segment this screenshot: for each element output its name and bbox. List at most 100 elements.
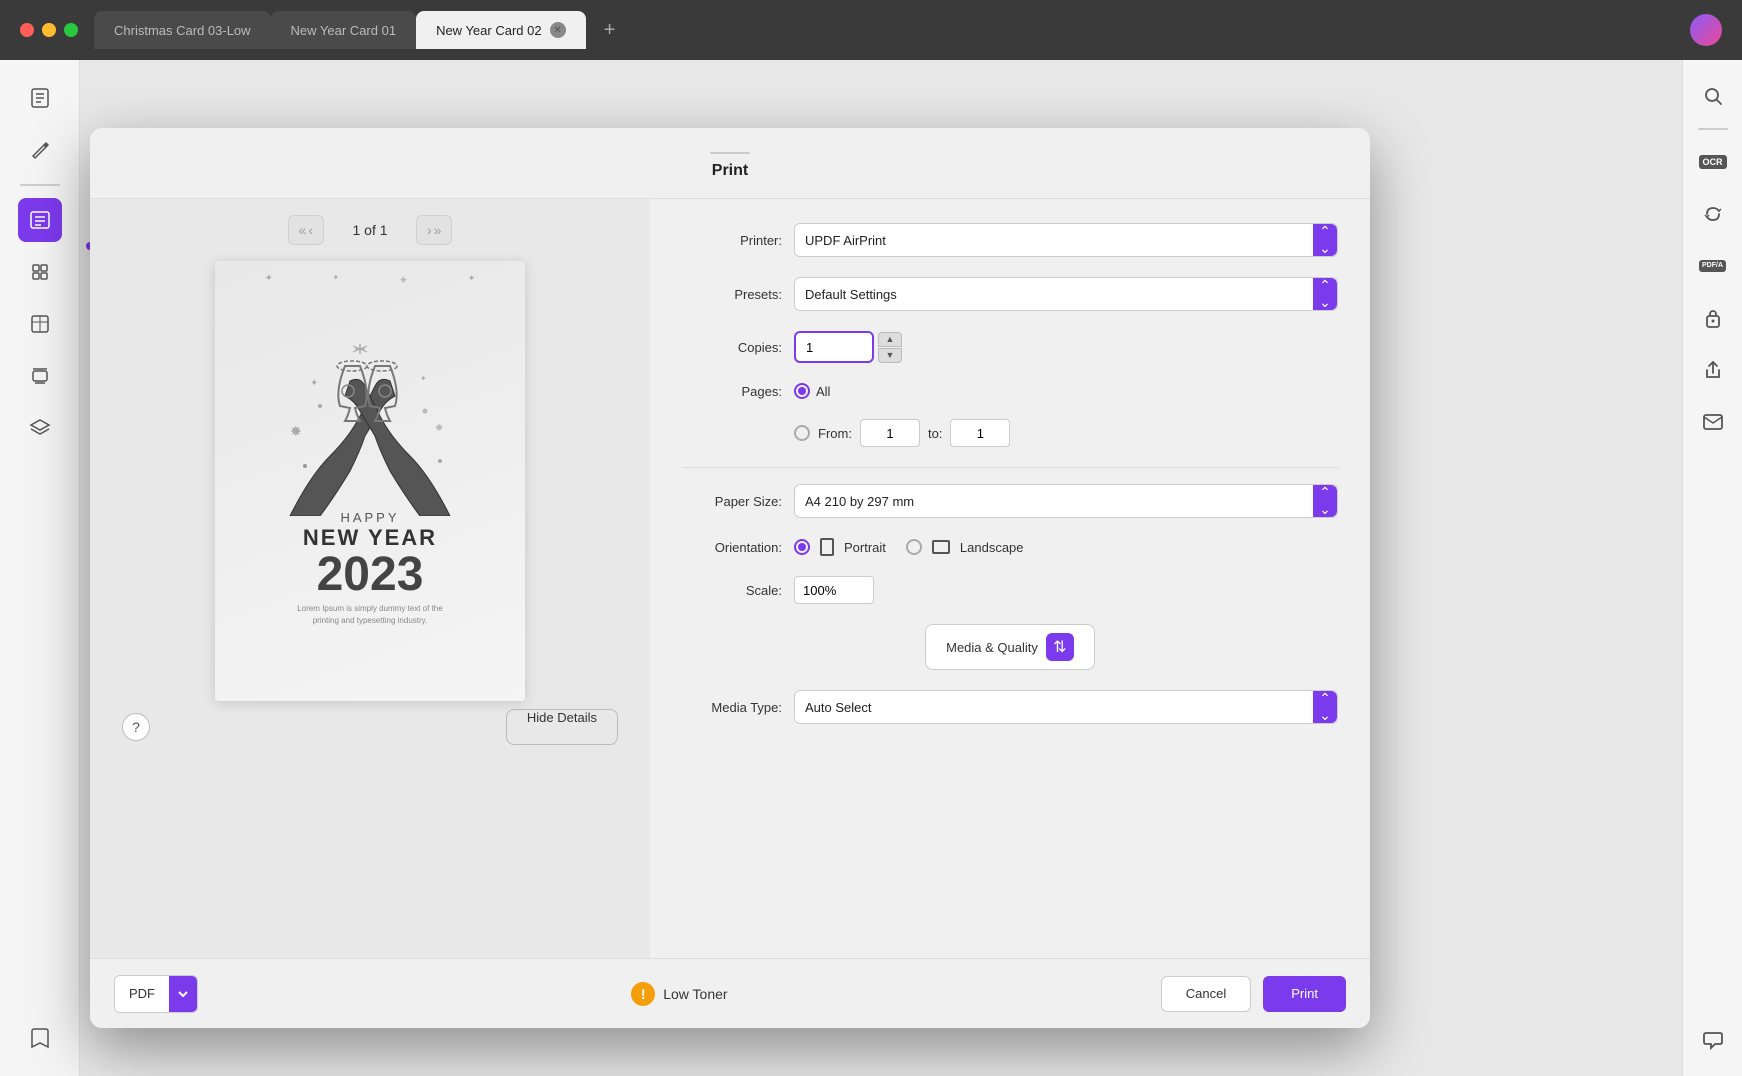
tab-close-button[interactable]: ✕	[550, 22, 566, 38]
new-tab-button[interactable]: +	[594, 14, 626, 46]
pages-range-row: From: to:	[682, 419, 1338, 447]
media-type-row: Media Type: Auto Select ⌃⌄	[682, 690, 1338, 724]
window: Christmas Card 03-Low New Year Card 01 N…	[0, 0, 1742, 1076]
last-page-button[interactable]: › »	[416, 215, 452, 245]
tab-christmas-card[interactable]: Christmas Card 03-Low	[94, 11, 271, 49]
cancel-button[interactable]: Cancel	[1161, 976, 1251, 1012]
dialog-title: Print	[712, 162, 748, 179]
sidebar-icon-stack[interactable]	[18, 354, 62, 398]
sidebar-icon-pen[interactable]	[18, 128, 62, 172]
pdfa-icon[interactable]: PDF/A	[1693, 246, 1733, 286]
copies-input[interactable]: 1	[794, 331, 874, 363]
pdf-dropdown-button[interactable]	[169, 976, 197, 1012]
first-page-button[interactable]: « ‹	[288, 215, 324, 245]
convert-icon[interactable]	[1693, 194, 1733, 234]
pages-radio-group: All	[794, 383, 830, 399]
media-type-select[interactable]: Auto Select ⌃⌄	[794, 690, 1338, 724]
printer-arrow-icon[interactable]: ⌃⌄	[1313, 224, 1337, 256]
tab-newyear-card-02[interactable]: New Year Card 02 ✕	[416, 11, 586, 49]
close-button[interactable]	[20, 23, 34, 37]
preview-area: « ‹ 1 of 1 › »	[90, 199, 650, 958]
hide-details-button[interactable]: Hide Details	[506, 709, 618, 745]
media-type-arrow-icon[interactable]: ⌃⌄	[1313, 691, 1337, 723]
presets-label: Presets:	[682, 287, 782, 302]
orientation-control: Portrait Landscape	[794, 538, 1338, 556]
mail-icon[interactable]	[1693, 402, 1733, 442]
dialog-footer: PDF ! Low Toner Cancel	[90, 958, 1370, 1028]
preview-text-block: HAPPY NEW YEAR 2023 Lorem Ipsum is simpl…	[290, 506, 450, 625]
printer-control: UPDF AirPrint ⌃⌄	[794, 223, 1338, 257]
papersize-control: A4 210 by 297 mm ⌃⌄	[794, 484, 1338, 518]
copies-stepper: 1 ▲ ▼	[794, 331, 902, 363]
portrait-icon	[820, 538, 834, 556]
sidebar-icon-book[interactable]	[18, 76, 62, 120]
chat-icon[interactable]	[1693, 1020, 1733, 1060]
pages-all-option[interactable]: All	[794, 383, 830, 399]
pages-all-radio[interactable]	[794, 383, 810, 399]
pages-from-input[interactable]	[860, 419, 920, 447]
printer-label: Printer:	[682, 233, 782, 248]
avatar	[1690, 14, 1722, 46]
divider-1	[682, 467, 1338, 468]
presets-select[interactable]: Default Settings ⌃⌄	[794, 277, 1338, 311]
landscape-icon	[932, 540, 950, 554]
right-toolbar: OCR PDF/A	[1682, 60, 1742, 1076]
svg-text:✸: ✸	[435, 423, 443, 434]
orientation-label: Orientation:	[682, 540, 782, 555]
maximize-button[interactable]	[64, 23, 78, 37]
tab-newyear-card-01[interactable]: New Year Card 01	[271, 11, 417, 49]
pages-row: Pages: All	[682, 383, 1338, 399]
sidebar-icon-table[interactable]	[18, 302, 62, 346]
preview-footer: ? Hide Details	[106, 701, 634, 753]
settings-area: Printer: UPDF AirPrint ⌃⌄ Pres	[650, 199, 1370, 958]
scale-input[interactable]: 100%	[794, 576, 874, 604]
pages-from-radio[interactable]	[794, 425, 810, 441]
search-icon[interactable]	[1693, 76, 1733, 116]
print-dialog: Print « ‹ 1 of 1 › »	[90, 128, 1370, 1028]
copies-decrement-button[interactable]: ▼	[878, 348, 902, 363]
stepper-buttons: ▲ ▼	[878, 332, 902, 363]
orientation-portrait-radio[interactable]	[794, 539, 810, 555]
svg-text:✦: ✦	[310, 378, 318, 389]
media-quality-toggle[interactable]: Media & Quality ⇅	[925, 624, 1095, 670]
pages-to-input[interactable]	[950, 419, 1010, 447]
copies-increment-button[interactable]: ▲	[878, 332, 902, 347]
chevron-icon: ⌃⌄	[1319, 277, 1331, 311]
printer-select[interactable]: UPDF AirPrint ⌃⌄	[794, 223, 1338, 257]
landscape-label: Landscape	[960, 540, 1024, 555]
copies-control: 1 ▲ ▼	[794, 331, 1338, 363]
pdfa-label: PDF/A	[1699, 260, 1726, 272]
sidebar-icon-layers2[interactable]	[18, 406, 62, 450]
pages-label: Pages:	[682, 384, 782, 399]
sidebar-icon-edit[interactable]	[18, 198, 62, 242]
pages-range-control: From: to:	[794, 419, 1338, 447]
presets-row: Presets: Default Settings ⌃⌄	[682, 277, 1338, 311]
papersize-select[interactable]: A4 210 by 297 mm ⌃⌄	[794, 484, 1338, 518]
presets-control: Default Settings ⌃⌄	[794, 277, 1338, 311]
orientation-landscape-radio[interactable]	[906, 539, 922, 555]
sidebar-icon-layers[interactable]	[18, 250, 62, 294]
presets-arrow-icon[interactable]: ⌃⌄	[1313, 278, 1337, 310]
sidebar-icon-bookmark[interactable]	[18, 1016, 62, 1060]
orientation-portrait-option[interactable]: Portrait	[794, 538, 886, 556]
papersize-arrow-icon[interactable]: ⌃⌄	[1313, 485, 1337, 517]
right-divider	[1698, 128, 1728, 130]
orientation-landscape-option[interactable]: Landscape	[906, 539, 1024, 555]
scale-control: 100%	[794, 576, 1338, 604]
copies-label: Copies:	[682, 340, 782, 355]
page-range-wrap: From: to:	[794, 419, 1010, 447]
last-page-icon: »	[434, 222, 442, 238]
minimize-button[interactable]	[42, 23, 56, 37]
print-button[interactable]: Print	[1263, 976, 1346, 1012]
chevron-icon: ⌃⌄	[1319, 484, 1331, 518]
pdf-button[interactable]: PDF	[115, 976, 169, 1012]
tab-label: New Year Card 02	[436, 23, 542, 38]
to-label: to:	[928, 426, 942, 441]
dialog-body: « ‹ 1 of 1 › »	[90, 199, 1370, 958]
media-quality-section: Media & Quality ⇅	[682, 624, 1338, 670]
secure-icon[interactable]	[1693, 298, 1733, 338]
ocr-icon[interactable]: OCR	[1693, 142, 1733, 182]
share-icon[interactable]	[1693, 350, 1733, 390]
help-button[interactable]: ?	[122, 713, 150, 741]
from-label: From:	[818, 426, 852, 441]
